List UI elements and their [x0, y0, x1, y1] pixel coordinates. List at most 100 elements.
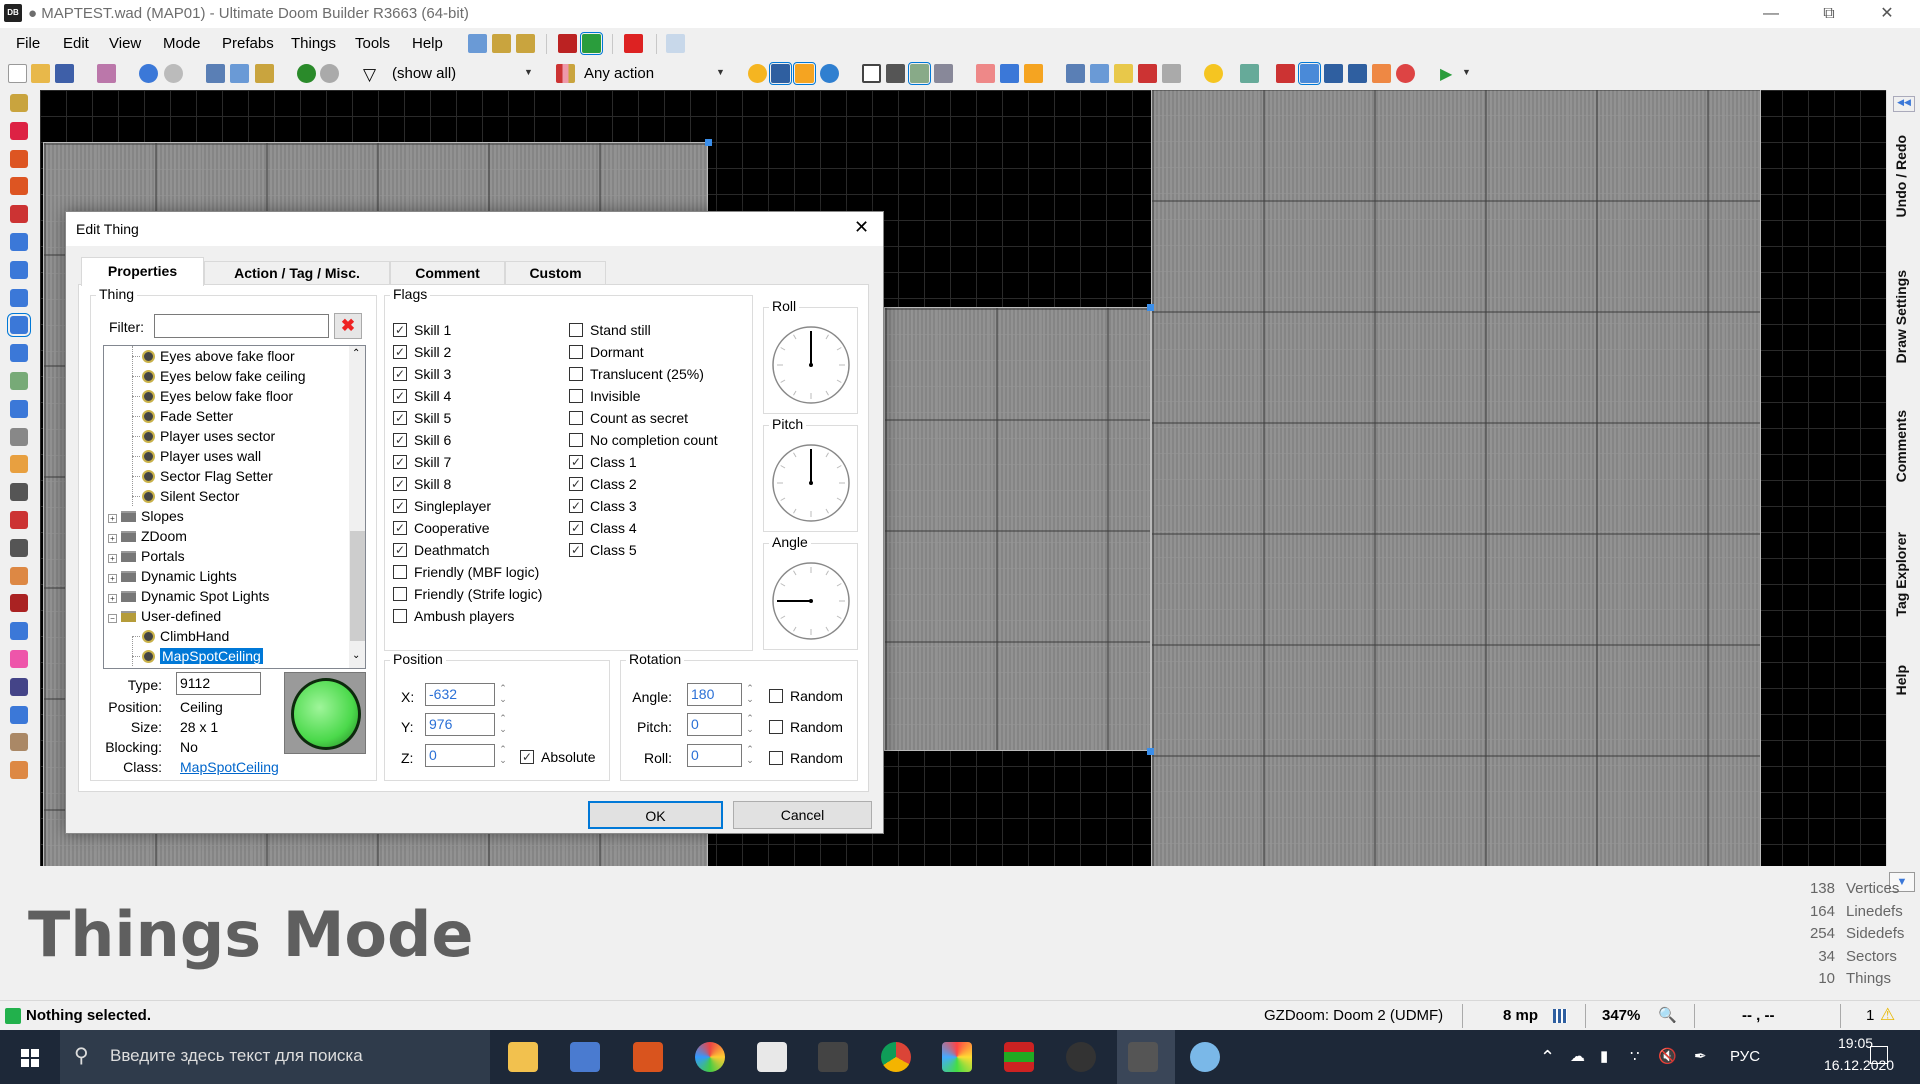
roll-random-checkbox[interactable] [769, 751, 783, 765]
position-x-input[interactable]: -632 [425, 683, 495, 706]
plugin-icon[interactable] [1162, 64, 1181, 83]
draw-lines-icon[interactable] [10, 94, 28, 112]
comments-icon[interactable] [793, 62, 816, 85]
action-filter-dropdown[interactable]: Any action [584, 65, 654, 82]
thing-type-tree[interactable]: Eyes above fake floor Eyes below fake cei… [103, 345, 366, 669]
menu-prefabs[interactable]: Prefabs [222, 35, 274, 52]
draw-rectangle-icon[interactable] [10, 149, 28, 168]
ok-button[interactable]: OK [588, 801, 723, 829]
expand-icon[interactable]: + [108, 574, 117, 583]
tab-undo-redo[interactable]: Undo / Redo [1893, 135, 1909, 217]
chrome-icon[interactable] [881, 1042, 911, 1072]
new-map-icon[interactable] [8, 64, 27, 83]
tree-item[interactable]: ClimbHand [142, 626, 229, 646]
draw-grid-icon[interactable] [10, 205, 28, 224]
flag-checkbox[interactable] [393, 565, 407, 579]
onedrive-icon[interactable]: ☁ [1570, 1047, 1585, 1065]
visual-mode-icon[interactable] [10, 399, 28, 418]
pitch-input[interactable]: 0 [687, 713, 742, 736]
menu-tools[interactable]: Tools [355, 35, 390, 52]
flag-checkbox[interactable] [393, 609, 407, 623]
windows-start-icon[interactable] [21, 1049, 39, 1067]
absolute-checkbox[interactable]: ✓ [520, 750, 534, 764]
draw-slope-icon[interactable] [10, 511, 28, 529]
pitch-random-checkbox[interactable] [769, 720, 783, 734]
find-replace-icon[interactable] [10, 455, 28, 474]
taskbar-search[interactable]: ⚲ Введите здесь текст для поиска [60, 1030, 490, 1084]
map-vertex[interactable] [1147, 304, 1154, 311]
sound-propagation-icon[interactable] [10, 427, 28, 446]
collapse-panel-button[interactable]: ◀◀ [1893, 96, 1915, 112]
expand-icon[interactable]: + [108, 534, 117, 543]
isometric-icon[interactable] [10, 622, 28, 641]
tree-folder[interactable]: + Dynamic Spot Lights [108, 586, 269, 606]
expand-icon[interactable]: + [108, 594, 117, 603]
script-settings-icon[interactable] [516, 34, 535, 53]
tree-item[interactable]: Fade Setter [142, 406, 233, 426]
position-x-spinner[interactable]: ⌃ ⌄ [497, 683, 509, 706]
close-button[interactable]: ✕ [1864, 2, 1910, 26]
warnings-count[interactable]: 1 [1866, 1007, 1874, 1024]
flag-checkbox[interactable]: ✓ [569, 477, 583, 491]
tree-item[interactable]: Eyes below fake floor [142, 386, 293, 406]
insert-prefab-icon[interactable] [297, 64, 316, 83]
warning-icon[interactable]: ⚠ [1880, 1005, 1895, 1025]
linedefs-mode-icon[interactable] [10, 260, 28, 279]
menu-mode[interactable]: Mode [163, 35, 201, 52]
angle-input[interactable]: 180 [687, 683, 742, 706]
clear-icon[interactable] [1138, 64, 1157, 83]
position-y-input[interactable]: 976 [425, 713, 495, 736]
sound-environment-icon[interactable] [1372, 64, 1391, 83]
flag-checkbox[interactable] [569, 411, 583, 425]
game-configuration[interactable]: GZDoom: Doom 2 (UDMF) [1264, 1007, 1443, 1024]
view-ceiling-icon[interactable] [934, 64, 953, 83]
file-explorer-icon[interactable] [508, 1042, 538, 1072]
flag-checkbox[interactable] [393, 587, 407, 601]
chevron-down-icon[interactable]: ▼ [716, 67, 725, 77]
sectors-mode-icon[interactable] [10, 288, 28, 307]
texture-align-icon[interactable] [10, 733, 28, 752]
zoom-level[interactable]: 347% [1602, 1007, 1640, 1024]
doom-builder-icon[interactable] [1128, 1042, 1158, 1072]
type-input[interactable]: 9112 [176, 672, 261, 695]
flag-checkbox[interactable]: ✓ [393, 477, 407, 491]
flag-checkbox[interactable]: ✓ [393, 389, 407, 403]
angle-random-checkbox[interactable] [769, 689, 783, 703]
grid-size[interactable]: 8 mp [1503, 1007, 1538, 1024]
store-icon[interactable] [818, 1042, 848, 1072]
flag-checkbox[interactable]: ✓ [393, 521, 407, 535]
tree-folder[interactable]: + Portals [108, 546, 185, 566]
merge-geometry-icon[interactable] [976, 64, 995, 83]
cancel-button[interactable]: Cancel [733, 801, 872, 829]
tab-comments[interactable]: Comments [1893, 410, 1909, 482]
map-sector[interactable] [1151, 90, 1761, 866]
make-sector-icon[interactable] [10, 344, 28, 363]
tab-properties[interactable]: Properties [81, 257, 204, 286]
flag-checkbox[interactable] [569, 389, 583, 403]
position-z-input[interactable]: 0 [425, 744, 495, 767]
menu-edit[interactable]: Edit [63, 35, 89, 52]
sector-edit-icon[interactable] [10, 372, 28, 390]
tag-numbers-icon[interactable] [580, 32, 603, 55]
flag-checkbox[interactable]: ✓ [569, 543, 583, 557]
app-icon[interactable] [1066, 1042, 1096, 1072]
grid-icon[interactable] [769, 62, 792, 85]
tree-scrollbar[interactable]: ⌃ ⌄ [349, 346, 365, 668]
tab-custom[interactable]: Custom [505, 261, 606, 285]
tab-comment[interactable]: Comment [390, 261, 505, 285]
winrar-icon[interactable] [1004, 1042, 1034, 1072]
fog-icon[interactable] [1276, 64, 1295, 83]
redo-icon[interactable] [164, 64, 183, 83]
script-down-icon[interactable] [492, 34, 511, 53]
wifi-icon[interactable]: ∵ [1630, 1047, 1640, 1065]
fixed-things-scale-icon[interactable] [820, 64, 839, 83]
sector-layers-icon[interactable] [10, 483, 28, 502]
pitch-dial[interactable] [771, 443, 851, 523]
sky-icon[interactable] [1298, 62, 1321, 85]
auto-merge-icon[interactable] [1114, 64, 1133, 83]
zoom-icon[interactable]: 🔍 [1658, 1006, 1677, 1024]
restore-button[interactable]: ⧉ [1806, 2, 1852, 26]
show-hidden-icons[interactable]: ⌃ [1540, 1047, 1555, 1068]
color-picker-icon[interactable] [10, 650, 28, 668]
battery-icon[interactable]: ▮ [1600, 1047, 1608, 1065]
